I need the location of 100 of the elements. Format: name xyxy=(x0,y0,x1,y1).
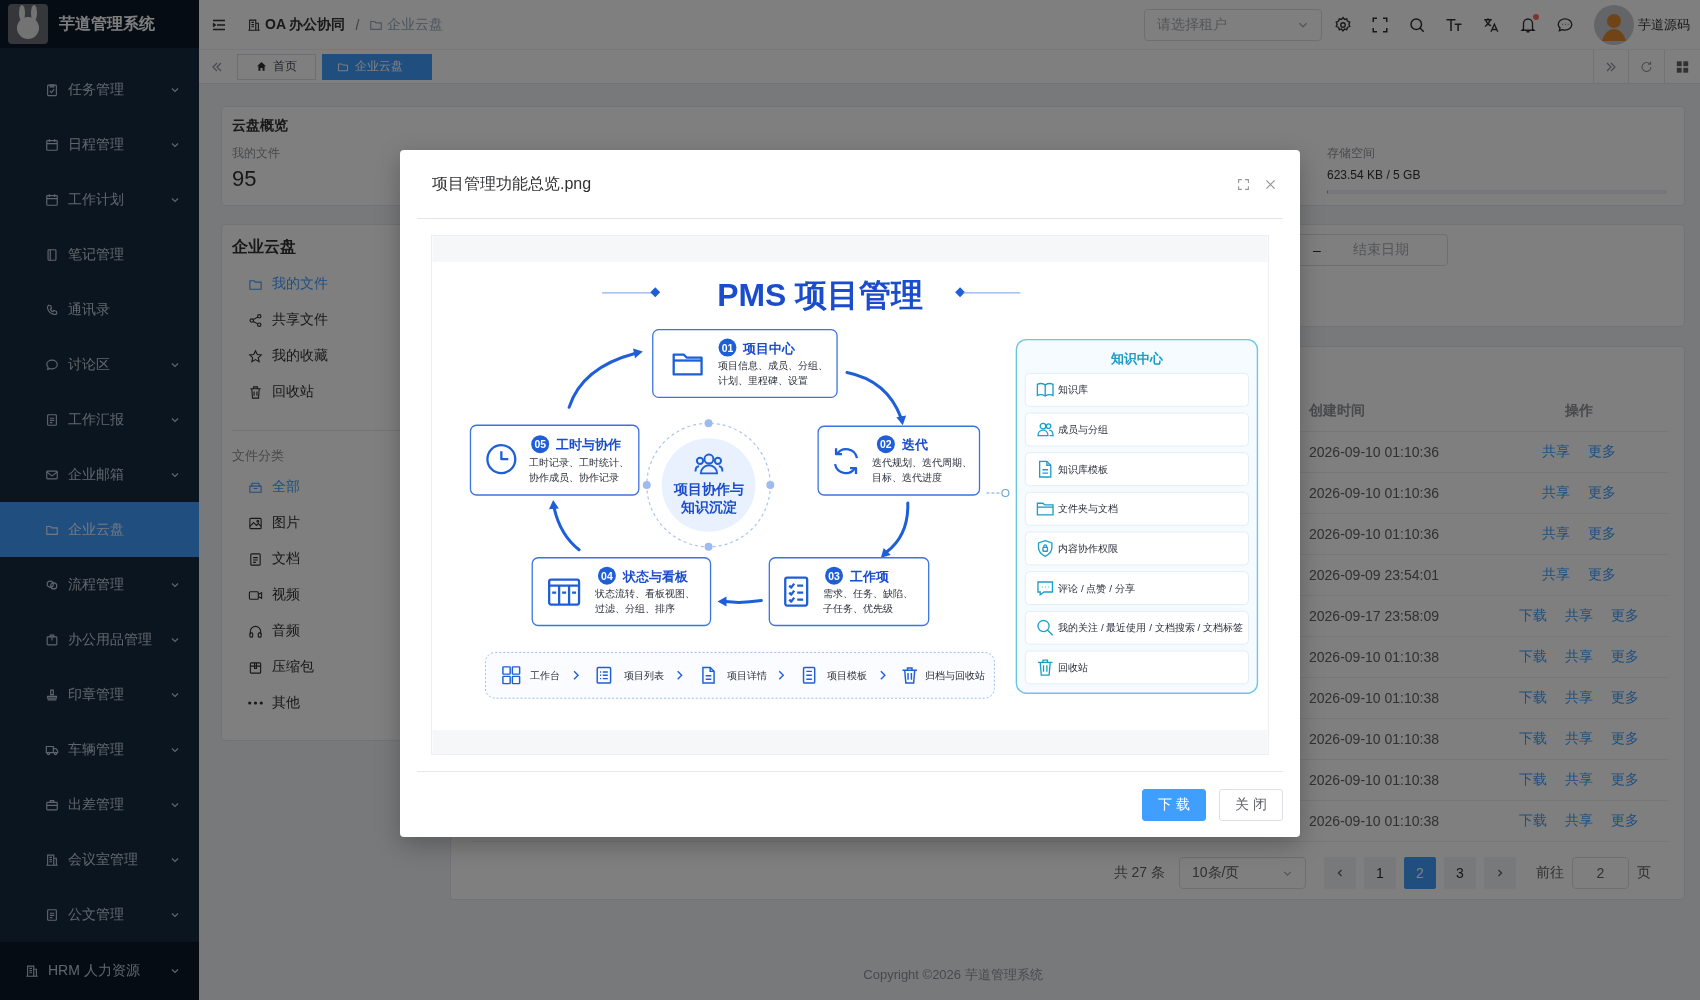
category-item[interactable]: 视频 xyxy=(232,577,444,613)
action-link[interactable]: 下载 xyxy=(1519,648,1547,666)
sidebar-item[interactable]: 企业邮箱 xyxy=(0,447,199,502)
fullscreen-icon[interactable] xyxy=(1371,15,1389,34)
notebook-icon xyxy=(45,247,59,262)
share-icon xyxy=(248,312,263,328)
page-button[interactable]: 1 xyxy=(1364,857,1396,889)
action-link[interactable]: 下载 xyxy=(1519,607,1547,625)
category-item[interactable]: 图片 xyxy=(232,505,444,541)
center-label: 项目协作与 知识沉淀 xyxy=(673,481,744,515)
close-icon[interactable] xyxy=(1264,177,1277,191)
sidebar-item[interactable]: 任务管理 xyxy=(0,62,199,117)
settings-icon[interactable] xyxy=(1334,15,1352,34)
action-link[interactable]: 共享 xyxy=(1565,771,1593,789)
page-tab[interactable]: 首页 xyxy=(237,53,316,80)
close-button[interactable]: 关 闭 xyxy=(1219,789,1283,821)
sidebar-item[interactable]: 出差管理 xyxy=(0,777,199,832)
sidebar-item[interactable]: 笔记管理 xyxy=(0,227,199,282)
action-link[interactable]: 共享 xyxy=(1565,607,1593,625)
action-link[interactable]: 更多 xyxy=(1588,566,1616,584)
search-icon[interactable] xyxy=(1408,15,1426,34)
chat-icon[interactable] xyxy=(1556,15,1574,34)
category-item[interactable]: 音频 xyxy=(232,613,444,649)
category-item[interactable]: 其他 xyxy=(232,685,444,721)
action-link[interactable]: 更多 xyxy=(1611,689,1639,707)
user-avatar[interactable] xyxy=(1594,4,1634,45)
download-button[interactable]: 下 载 xyxy=(1142,789,1207,821)
goto-label: 前往 xyxy=(1536,864,1564,882)
sidebar-item[interactable]: 企业云盘 xyxy=(0,502,199,557)
sidebar-item[interactable]: 印章管理 xyxy=(0,667,199,722)
page-button[interactable]: 2 xyxy=(1404,857,1436,889)
page-button[interactable]: 3 xyxy=(1444,857,1476,889)
star-icon xyxy=(248,348,263,364)
sidebar-item[interactable]: 流程管理 xyxy=(0,557,199,612)
trash-icon xyxy=(1037,659,1054,676)
search-icon xyxy=(1037,619,1054,636)
action-link[interactable]: 更多 xyxy=(1611,648,1639,666)
action-link[interactable]: 下载 xyxy=(1519,730,1547,748)
image-icon xyxy=(248,515,263,531)
sidebar-item[interactable]: 讨论区 xyxy=(0,337,199,392)
action-link[interactable]: 下载 xyxy=(1519,812,1547,830)
translate-icon[interactable] xyxy=(1482,15,1500,34)
category-item[interactable]: 文档 xyxy=(232,541,444,577)
action-link[interactable]: 下载 xyxy=(1519,689,1547,707)
sidebar-item[interactable]: 通讯录 xyxy=(0,282,199,337)
knowledge-item-label: 知识库模板 xyxy=(1058,463,1109,475)
sidebar-item[interactable]: HRM 人力资源 xyxy=(0,942,199,1000)
action-link[interactable]: 更多 xyxy=(1588,484,1616,502)
action-link[interactable]: 共享 xyxy=(1542,525,1570,543)
page-tab[interactable]: 企业云盘 xyxy=(322,53,432,80)
headphones-icon xyxy=(248,623,263,639)
ring-dot xyxy=(704,542,713,551)
sidebar-item[interactable]: 日程管理 xyxy=(0,117,199,172)
ring-dot xyxy=(642,481,651,489)
page-input[interactable]: 2 xyxy=(1572,857,1629,889)
dialog-title: 项目管理功能总览.png xyxy=(432,173,593,194)
action-link[interactable]: 更多 xyxy=(1611,812,1639,830)
action-link[interactable]: 共享 xyxy=(1565,648,1593,666)
action-link[interactable]: 更多 xyxy=(1611,771,1639,789)
sidebar-item[interactable]: 公文管理 xyxy=(0,887,199,942)
bell-icon[interactable] xyxy=(1519,15,1537,34)
building-icon xyxy=(25,964,39,978)
nav-item[interactable]: 共享文件 xyxy=(232,302,444,338)
page-size-select[interactable]: 10条/页 xyxy=(1179,857,1306,889)
sidebar-item[interactable]: 车辆管理 xyxy=(0,722,199,777)
table-cell-text: 2026-09-10 01:10:38 xyxy=(1309,772,1440,788)
action-link[interactable]: 共享 xyxy=(1565,689,1593,707)
step-description: 需求、任务、缺陷、 子任务、优先级 xyxy=(823,587,914,614)
action-link[interactable]: 更多 xyxy=(1611,607,1639,625)
nav-item[interactable]: 我的文件 xyxy=(232,266,444,302)
document-icon xyxy=(45,412,59,427)
sidebar-item[interactable]: 工作汇报 xyxy=(0,392,199,447)
step-title: 状态与看板 xyxy=(622,568,688,584)
cycle-arrow xyxy=(845,370,907,426)
action-link[interactable]: 更多 xyxy=(1588,525,1616,543)
mail-icon xyxy=(45,467,59,482)
number-badge: 03 xyxy=(825,566,844,585)
action-link[interactable]: 更多 xyxy=(1588,443,1616,461)
action-link[interactable]: 共享 xyxy=(1565,812,1593,830)
category-item[interactable]: 全部 xyxy=(232,469,444,505)
nav-item[interactable]: 我的收藏 xyxy=(232,338,444,374)
action-link[interactable]: 共享 xyxy=(1542,443,1570,461)
number-badge: 02 xyxy=(876,435,895,454)
category-item[interactable]: 压缩包 xyxy=(232,649,444,685)
user-name[interactable]: 芋道源码 xyxy=(1638,15,1690,34)
nav-item[interactable]: 回收站 xyxy=(232,374,444,410)
fullscreen-icon[interactable] xyxy=(1237,177,1250,191)
cycle-arrow xyxy=(880,501,910,558)
step-description: 项目信息、成员、分组、 计划、里程碑、设置 xyxy=(717,360,828,387)
sidebar-item[interactable]: 工作计划 xyxy=(0,172,199,227)
action-link[interactable]: 下载 xyxy=(1519,771,1547,789)
sidebar-item[interactable]: 办公用品管理 xyxy=(0,612,199,667)
action-link[interactable]: 共享 xyxy=(1565,730,1593,748)
table-cell-text: 2026-09-10 01:10:38 xyxy=(1309,731,1440,747)
double-chevron-left-icon[interactable] xyxy=(211,60,223,73)
sidebar-item[interactable]: 会议室管理 xyxy=(0,832,199,887)
action-link[interactable]: 更多 xyxy=(1611,730,1639,748)
action-link[interactable]: 共享 xyxy=(1542,484,1570,502)
action-link[interactable]: 共享 xyxy=(1542,566,1570,584)
breadcrumb-link[interactable]: OA 办公协同 xyxy=(265,15,346,34)
